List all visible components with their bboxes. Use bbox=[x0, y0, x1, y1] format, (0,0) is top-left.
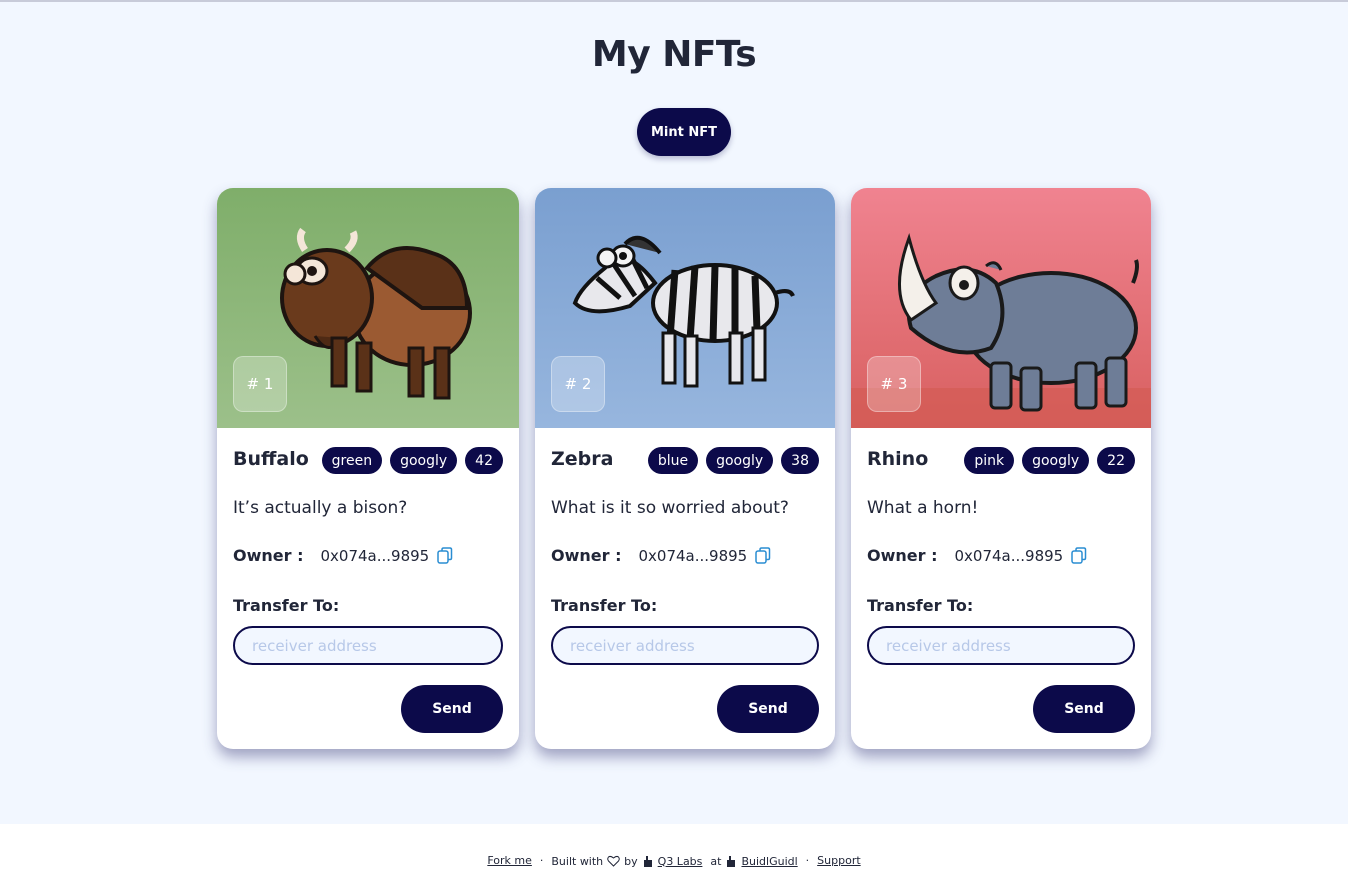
mint-nft-button[interactable]: Mint NFT bbox=[637, 108, 731, 156]
nft-name: Buffalo bbox=[233, 448, 309, 470]
castle-icon bbox=[643, 856, 652, 867]
owner-row: Owner : 0x074a...9895 bbox=[233, 546, 453, 565]
nft-card-buffalo: # 1 Buffalo green googly 42 It’s actuall… bbox=[217, 188, 519, 749]
tag-eyes: googly bbox=[706, 447, 774, 474]
nft-image: # 3 bbox=[851, 188, 1151, 428]
separator-dot: · bbox=[539, 854, 544, 867]
transfer-label: Transfer To: bbox=[551, 596, 658, 615]
tag-stamina: 22 bbox=[1097, 447, 1135, 474]
nft-description: What a horn! bbox=[867, 498, 979, 518]
nft-description: What is it so worried about? bbox=[551, 498, 789, 518]
built-with-credit: Built with by Q3 Labs bbox=[551, 854, 702, 868]
token-id-badge: # 3 bbox=[867, 356, 921, 412]
owner-address: 0x074a...9895 bbox=[638, 546, 748, 565]
receiver-address-input[interactable] bbox=[551, 626, 819, 665]
support-link[interactable]: Support bbox=[817, 854, 860, 867]
nft-name: Rhino bbox=[867, 448, 929, 470]
nft-image: # 2 bbox=[535, 188, 835, 428]
transfer-label: Transfer To: bbox=[867, 596, 974, 615]
at-credit: at BuidlGuidl bbox=[710, 854, 797, 868]
tag-color: green bbox=[321, 447, 383, 474]
nft-image: # 1 bbox=[217, 188, 519, 428]
buidlguidl-link[interactable]: BuidlGuidl bbox=[741, 855, 797, 868]
castle-icon bbox=[727, 856, 736, 867]
footer: Fork me · Built with by Q3 Labs at Buidl… bbox=[0, 824, 1348, 886]
at-label: at bbox=[710, 854, 722, 868]
owner-label: Owner : bbox=[551, 546, 622, 565]
nft-card-zebra: # 2 Zebra blue googly 38 What is it so w… bbox=[535, 188, 835, 749]
tag-eyes: googly bbox=[1022, 447, 1090, 474]
receiver-address-input[interactable] bbox=[233, 626, 503, 665]
owner-label: Owner : bbox=[867, 546, 938, 565]
owner-address: 0x074a...9895 bbox=[320, 546, 430, 565]
send-button[interactable]: Send bbox=[717, 685, 819, 733]
owner-row: Owner : 0x074a...9895 bbox=[867, 546, 1087, 565]
transfer-label: Transfer To: bbox=[233, 596, 340, 615]
fork-me-link[interactable]: Fork me bbox=[487, 854, 532, 867]
tag-list: blue googly 38 bbox=[647, 447, 819, 474]
tag-color: pink bbox=[964, 447, 1015, 474]
tag-stamina: 42 bbox=[465, 447, 503, 474]
nft-name: Zebra bbox=[551, 448, 614, 470]
send-button[interactable]: Send bbox=[401, 685, 503, 733]
owner-label: Owner : bbox=[233, 546, 304, 565]
top-border bbox=[0, 0, 1348, 2]
separator-dot: · bbox=[805, 854, 810, 867]
owner-address: 0x074a...9895 bbox=[954, 546, 1064, 565]
heart-icon bbox=[607, 855, 620, 867]
tag-list: pink googly 22 bbox=[964, 447, 1135, 474]
tag-color: blue bbox=[647, 447, 699, 474]
token-id-badge: # 2 bbox=[551, 356, 605, 412]
built-with-label: Built with bbox=[551, 854, 604, 868]
page-title: My NFTs bbox=[591, 34, 757, 75]
tag-list: green googly 42 bbox=[321, 447, 503, 474]
tag-eyes: googly bbox=[390, 447, 458, 474]
receiver-address-input[interactable] bbox=[867, 626, 1135, 665]
owner-row: Owner : 0x074a...9895 bbox=[551, 546, 771, 565]
copy-icon[interactable] bbox=[755, 547, 771, 564]
token-id-badge: # 1 bbox=[233, 356, 287, 412]
send-button[interactable]: Send bbox=[1033, 685, 1135, 733]
copy-icon[interactable] bbox=[1071, 547, 1087, 564]
by-label: by bbox=[624, 854, 638, 868]
tag-stamina: 38 bbox=[781, 447, 819, 474]
q3-labs-link[interactable]: Q3 Labs bbox=[658, 855, 703, 868]
copy-icon[interactable] bbox=[437, 547, 453, 564]
nft-description: It’s actually a bison? bbox=[233, 498, 408, 518]
nft-card-rhino: # 3 Rhino pink googly 22 What a horn! Ow… bbox=[851, 188, 1151, 749]
